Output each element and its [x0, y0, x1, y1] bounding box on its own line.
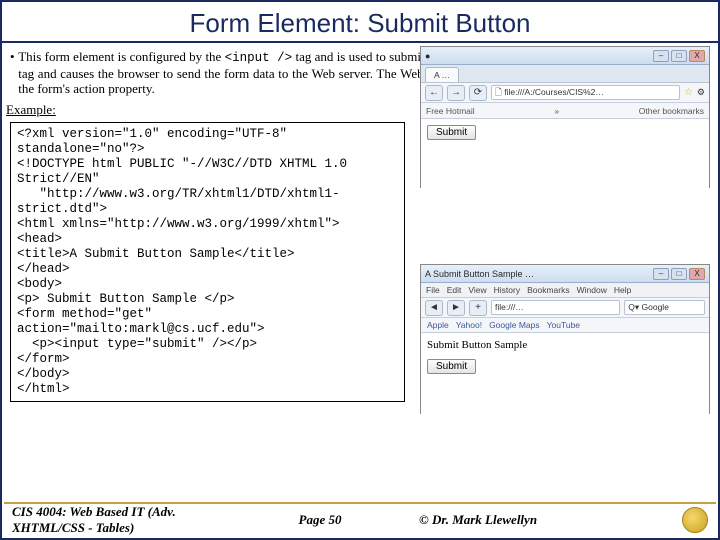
menu-item[interactable]: View: [468, 285, 486, 295]
page-body-text: Submit Button Sample: [427, 339, 703, 351]
add-button[interactable]: +: [469, 300, 487, 316]
maximize-button[interactable]: □: [671, 268, 687, 280]
desc-code-1: <input />: [225, 51, 293, 65]
slide-footer: CIS 4004: Web Based IT (Adv. XHTML/CSS -…: [4, 502, 716, 536]
maximize-button[interactable]: □: [671, 50, 687, 62]
menu-bar: File Edit View History Bookmarks Window …: [421, 283, 709, 298]
window-controls: – □ X: [653, 268, 705, 280]
address-text: file:///A:/Courses/CIS%2…: [504, 87, 604, 97]
minimize-button[interactable]: –: [653, 50, 669, 62]
minimize-button[interactable]: –: [653, 268, 669, 280]
forward-button[interactable]: →: [447, 85, 465, 101]
wrench-icon[interactable]: ⚙: [697, 87, 705, 98]
window-controls: – □ X: [653, 50, 705, 62]
bookmark-overflow[interactable]: »: [554, 106, 559, 116]
submit-button[interactable]: Submit: [427, 125, 476, 140]
ucf-logo-icon: [682, 507, 708, 533]
address-bar[interactable]: file:///…: [491, 300, 620, 315]
search-icon: Q: [628, 302, 635, 312]
submit-button[interactable]: Submit: [427, 359, 476, 374]
reload-button[interactable]: ⟳: [469, 85, 487, 101]
window-title: A Submit Button Sample …: [425, 269, 534, 279]
window-icon: ●: [425, 51, 430, 61]
footer-course: CIS 4004: Web Based IT (Adv. XHTML/CSS -…: [12, 504, 245, 536]
code-example: <?xml version="1.0" encoding="UTF-8" sta…: [10, 122, 405, 402]
page-icon: 🗋: [495, 87, 502, 97]
bookmarks-bar: Free Hotmail » Other bookmarks: [421, 103, 709, 119]
desc-part-1: This form element is configured by the: [18, 49, 224, 64]
address-bar[interactable]: 🗋 file:///A:/Courses/CIS%2…: [491, 85, 680, 100]
browser-toolbar: ◄ ► + file:///… Q▾ Google: [421, 298, 709, 318]
browser-toolbar: ← → ⟳ 🗋 file:///A:/Courses/CIS%2… ☆ ⚙: [421, 83, 709, 103]
bookmark-star-icon[interactable]: ☆: [684, 87, 693, 98]
page-content: Submit Button Sample Submit: [421, 333, 709, 427]
browser-tab[interactable]: A …: [425, 67, 459, 82]
slide-title: Form Element: Submit Button: [2, 2, 718, 43]
menu-item[interactable]: Help: [614, 285, 631, 295]
other-bookmarks[interactable]: Other bookmarks: [639, 106, 704, 116]
browser-screenshot-chrome: ● – □ X A … ← → ⟳ 🗋 file:///A:/Courses/C…: [420, 46, 710, 188]
search-bar[interactable]: Q▾ Google: [624, 300, 705, 315]
tab-strip: A …: [421, 65, 709, 83]
browser-screenshot-safari: A Submit Button Sample … – □ X File Edit…: [420, 264, 710, 414]
footer-page: Page 50: [275, 512, 365, 528]
close-button[interactable]: X: [689, 50, 705, 62]
page-content: Submit: [421, 119, 709, 205]
bookmark-link[interactable]: Apple: [427, 320, 449, 330]
footer-author: © Dr. Mark Llewellyn: [395, 512, 652, 528]
bookmark-link[interactable]: Yahoo!: [456, 320, 482, 330]
menu-item[interactable]: History: [494, 285, 520, 295]
window-titlebar: A Submit Button Sample … – □ X: [421, 265, 709, 283]
menu-item[interactable]: Bookmarks: [527, 285, 570, 295]
menu-item[interactable]: Window: [577, 285, 607, 295]
menu-item[interactable]: File: [426, 285, 440, 295]
forward-button[interactable]: ►: [447, 300, 465, 316]
bookmark-link[interactable]: YouTube: [547, 320, 580, 330]
close-button[interactable]: X: [689, 268, 705, 280]
slide: Form Element: Submit Button • This form …: [0, 0, 720, 540]
bookmark-item[interactable]: Free Hotmail: [426, 106, 475, 116]
back-button[interactable]: ◄: [425, 300, 443, 316]
bullet-marker: •: [10, 49, 18, 96]
search-hint: Google: [642, 302, 669, 312]
bookmark-link[interactable]: Google Maps: [489, 320, 540, 330]
window-titlebar: ● – □ X: [421, 47, 709, 65]
bookmarks-bar: Apple Yahoo! Google Maps YouTube: [421, 318, 709, 333]
back-button[interactable]: ←: [425, 85, 443, 101]
menu-item[interactable]: Edit: [447, 285, 462, 295]
